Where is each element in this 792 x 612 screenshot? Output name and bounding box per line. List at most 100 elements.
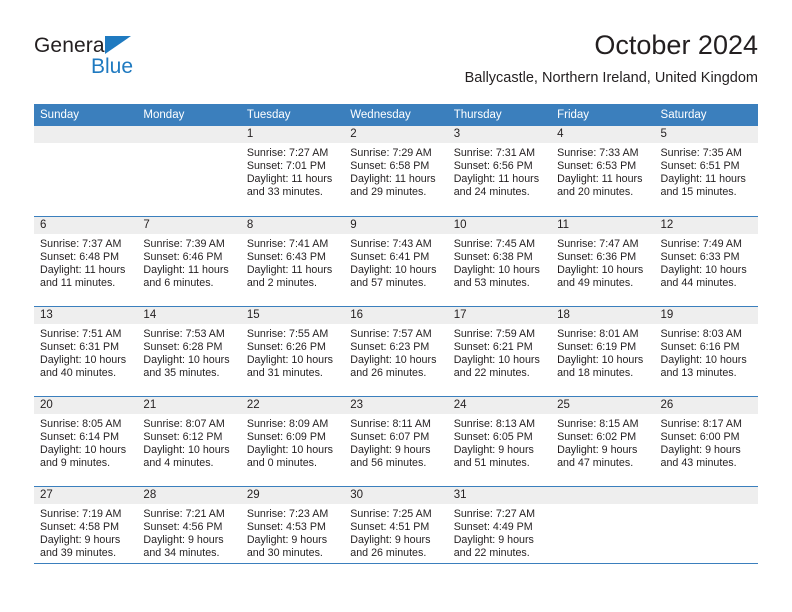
sunrise-text: Sunrise: 7:49 AM: [660, 238, 742, 250]
day-cell[interactable]: 4 Sunrise: 7:33 AM Sunset: 6:53 PM Daylight…: [551, 126, 655, 216]
sunset-text: Sunset: 6:56 PM: [453, 159, 533, 172]
day-cell[interactable]: 6 Sunrise: 7:37 AM Sunset: 6:48 PM Daylight…: [34, 217, 138, 306]
day-details: Sunrise: 7:45 AM Sunset: 6:38 PM Daylight:…: [448, 234, 551, 290]
weekday-header-wednesday: Wednesday: [350, 109, 411, 121]
day-number: 29: [246, 489, 260, 501]
daylight-text-line2: and 24 minutes.: [453, 185, 530, 198]
day-number-band: 30: [344, 487, 448, 504]
sunrise-text: Sunrise: 7:55 AM: [246, 328, 329, 340]
day-cell[interactable]: 7 Sunrise: 7:39 AM Sunset: 6:46 PM Daylight…: [137, 217, 241, 306]
sunset-text: Sunset: 6:28 PM: [143, 340, 223, 353]
day-number-band: 26: [654, 397, 758, 414]
day-cell[interactable]: 8 Sunrise: 7:41 AM Sunset: 6:43 PM Daylight…: [240, 217, 345, 306]
day-number: 4: [557, 128, 564, 140]
sunrise-text: Sunrise: 7:47 AM: [557, 238, 639, 250]
page-title: October 2024: [594, 30, 758, 60]
day-cell[interactable]: 5 Sunrise: 7:35 AM Sunset: 6:51 PM Daylight…: [654, 126, 758, 216]
day-cell[interactable]: 12 Sunrise: 7:49 AM Sunset: 6:33 PM Dayligh…: [654, 217, 758, 306]
day-cell[interactable]: 16 Sunrise: 7:57 AM Sunset: 6:23 PM Dayligh…: [344, 307, 448, 396]
sunrise-text: Sunrise: 7:45 AM: [453, 238, 536, 250]
sunrise-text: Sunrise: 7:23 AM: [246, 508, 329, 520]
day-details: [551, 504, 654, 508]
day-details: [655, 504, 758, 508]
sunrise-text: Sunrise: 7:59 AM: [453, 328, 536, 340]
sunset-text: Sunset: 6:58 PM: [350, 159, 430, 172]
day-cell[interactable]: 13 Sunrise: 7:51 AM Sunset: 6:31 PM Dayligh…: [34, 307, 138, 396]
day-cell[interactable]: 21 Sunrise: 8:07 AM Sunset: 6:12 PM Dayligh…: [137, 397, 241, 486]
sunset-text: Sunset: 6:14 PM: [40, 430, 120, 443]
day-details: Sunrise: 7:49 AM Sunset: 6:33 PM Daylight:…: [655, 234, 758, 290]
day-number: 6: [40, 219, 47, 231]
sunrise-text: Sunrise: 7:39 AM: [143, 238, 225, 250]
sunset-text: Sunset: 6:05 PM: [453, 430, 533, 443]
day-cell[interactable]: 18 Sunrise: 8:01 AM Sunset: 6:19 PM Dayligh…: [551, 307, 655, 396]
day-details: Sunrise: 7:19 AM Sunset: 4:58 PM Daylight:…: [34, 504, 137, 560]
day-cell[interactable]: 26 Sunrise: 8:17 AM Sunset: 6:00 PM Dayligh…: [654, 397, 758, 486]
calendar-weeks: 1 Sunrise: 7:27 AM Sunset: 7:01 PM Daylight…: [34, 126, 758, 576]
day-number-band: 7: [137, 217, 241, 234]
sunset-text: Sunset: 6:23 PM: [350, 340, 430, 353]
day-number: 23: [350, 399, 364, 411]
day-details: Sunrise: 8:03 AM Sunset: 6:16 PM Daylight:…: [655, 324, 758, 380]
sunrise-text: Sunrise: 7:35 AM: [660, 147, 742, 159]
day-number-band: 18: [551, 307, 655, 324]
day-number: 8: [246, 219, 254, 231]
sunset-text: Sunset: 6:09 PM: [246, 430, 326, 443]
daylight-text-line1: Daylight: 9 hours: [246, 533, 328, 546]
day-cell[interactable]: 25 Sunrise: 8:15 AM Sunset: 6:02 PM Dayligh…: [551, 397, 655, 486]
day-number: 10: [453, 219, 467, 231]
sunrise-text: Sunrise: 7:21 AM: [143, 508, 225, 520]
day-cell[interactable]: 2 Sunrise: 7:29 AM Sunset: 6:58 PM Daylight…: [344, 126, 448, 216]
sunset-text: Sunset: 6:07 PM: [350, 430, 430, 443]
sunset-text: Sunset: 6:43 PM: [246, 250, 326, 263]
daylight-text-line2: and 35 minutes.: [143, 366, 220, 379]
calendar-week-row: 13 Sunrise: 7:51 AM Sunset: 6:31 PM Dayligh…: [34, 306, 758, 396]
day-number: 30: [350, 489, 364, 501]
day-cell[interactable]: 17 Sunrise: 7:59 AM Sunset: 6:21 PM Dayligh…: [447, 307, 552, 396]
sunset-text: Sunset: 6:46 PM: [143, 250, 223, 263]
daylight-text-line2: and 43 minutes.: [660, 456, 737, 469]
day-cell[interactable]: 3 Sunrise: 7:31 AM Sunset: 6:56 PM Daylight…: [447, 126, 552, 216]
day-cell[interactable]: 11 Sunrise: 7:47 AM Sunset: 6:36 PM Dayligh…: [551, 217, 655, 306]
daylight-text-line2: and 56 minutes.: [350, 456, 427, 469]
daylight-text-line1: Daylight: 9 hours: [350, 533, 431, 546]
day-details: Sunrise: 7:55 AM Sunset: 6:26 PM Daylight:…: [241, 324, 344, 380]
day-cell[interactable]: 19 Sunrise: 8:03 AM Sunset: 6:16 PM Dayligh…: [654, 307, 758, 396]
day-cell[interactable]: 15 Sunrise: 7:55 AM Sunset: 6:26 PM Dayligh…: [240, 307, 345, 396]
day-details: Sunrise: 7:23 AM Sunset: 4:53 PM Daylight:…: [241, 504, 344, 560]
daylight-text-line2: and 51 minutes.: [453, 456, 530, 469]
day-number-band: [34, 126, 138, 143]
daylight-text-line1: Daylight: 10 hours: [350, 263, 437, 276]
day-cell[interactable]: 14 Sunrise: 7:53 AM Sunset: 6:28 PM Dayligh…: [137, 307, 241, 396]
day-cell[interactable]: 1 Sunrise: 7:27 AM Sunset: 7:01 PM Daylight…: [240, 126, 345, 216]
day-cell[interactable]: 23 Sunrise: 8:11 AM Sunset: 6:07 PM Dayligh…: [344, 397, 448, 486]
daylight-text-line1: Daylight: 11 hours: [660, 172, 746, 185]
day-details: Sunrise: 7:33 AM Sunset: 6:53 PM Daylight:…: [551, 143, 654, 199]
daylight-text-line2: and 40 minutes.: [40, 366, 117, 379]
daylight-text-line1: Daylight: 10 hours: [143, 353, 230, 366]
day-number-band: 21: [137, 397, 241, 414]
day-number-band: 1: [240, 126, 345, 143]
daylight-text-line2: and 49 minutes.: [557, 276, 634, 289]
sunrise-text: Sunrise: 7:51 AM: [40, 328, 122, 340]
sunset-text: Sunset: 6:12 PM: [143, 430, 223, 443]
sunrise-text: Sunrise: 7:33 AM: [557, 147, 639, 159]
sunset-text: Sunset: 6:31 PM: [40, 340, 120, 353]
sunset-text: Sunset: 6:21 PM: [453, 340, 533, 353]
daylight-text-line2: and 30 minutes.: [246, 546, 323, 559]
calendar-week-row: 1 Sunrise: 7:27 AM Sunset: 7:01 PM Daylight…: [34, 126, 758, 216]
day-cell[interactable]: 20 Sunrise: 8:05 AM Sunset: 6:14 PM Dayligh…: [34, 397, 138, 486]
day-cell[interactable]: 10 Sunrise: 7:45 AM Sunset: 6:38 PM Dayligh…: [447, 217, 552, 306]
day-cell[interactable]: 24 Sunrise: 8:13 AM Sunset: 6:05 PM Dayligh…: [447, 397, 552, 486]
day-number: 22: [246, 399, 260, 411]
daylight-text-line1: Daylight: 10 hours: [557, 263, 644, 276]
sunset-text: Sunset: 4:56 PM: [143, 520, 223, 533]
daylight-text-line1: Daylight: 10 hours: [453, 353, 540, 366]
daylight-text-line2: and 13 minutes.: [660, 366, 737, 379]
sunrise-text: Sunrise: 7:53 AM: [143, 328, 225, 340]
day-cell[interactable]: 9 Sunrise: 7:43 AM Sunset: 6:41 PM Daylight…: [344, 217, 448, 306]
daylight-text-line2: and 4 minutes.: [143, 456, 214, 469]
daylight-text-line2: and 31 minutes.: [246, 366, 323, 379]
day-cell[interactable]: 22 Sunrise: 8:09 AM Sunset: 6:09 PM Dayligh…: [240, 397, 345, 486]
day-number-band: 12: [654, 217, 758, 234]
